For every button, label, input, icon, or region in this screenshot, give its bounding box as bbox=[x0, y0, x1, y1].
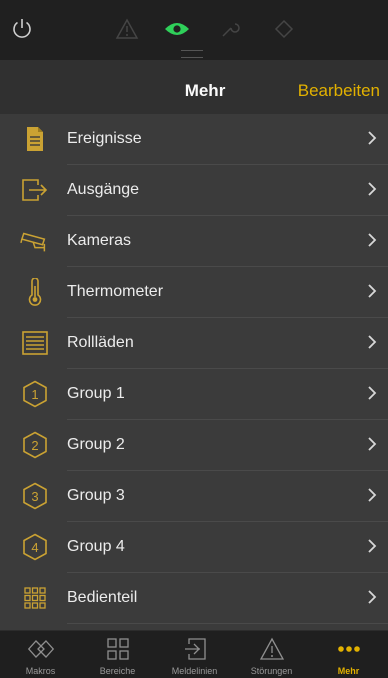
chevron-right-icon bbox=[368, 182, 377, 196]
group-4-icon: 4 bbox=[20, 532, 50, 562]
camera-icon bbox=[20, 226, 50, 256]
shutter-icon bbox=[20, 328, 50, 358]
alarm-triangle-icon[interactable] bbox=[110, 12, 144, 46]
zone-entry-icon bbox=[180, 636, 210, 662]
power-icon[interactable] bbox=[5, 12, 39, 46]
chevron-right-icon bbox=[368, 590, 377, 604]
list-item-kameras[interactable]: Kameras bbox=[0, 216, 388, 267]
chevron-right-icon bbox=[368, 131, 377, 145]
diamond-icon[interactable] bbox=[267, 12, 301, 46]
thermometer-icon bbox=[20, 277, 50, 307]
list-item-label: Group 2 bbox=[67, 436, 125, 453]
chevron-right-icon bbox=[368, 335, 377, 349]
list-item-label: Ereignisse bbox=[67, 130, 142, 147]
chevron-right-icon bbox=[368, 386, 377, 400]
list-item-group-4[interactable]: 4 Group 4 bbox=[0, 522, 388, 573]
areas-grid-icon bbox=[103, 636, 133, 662]
tab-label: Störungen bbox=[250, 666, 293, 676]
svg-text:2: 2 bbox=[31, 438, 38, 453]
keypad-icon bbox=[20, 583, 50, 613]
chevron-right-icon bbox=[368, 437, 377, 451]
svg-text:1: 1 bbox=[31, 387, 38, 402]
list-item-thermometer[interactable]: Thermometer bbox=[0, 267, 388, 318]
list-item-ausgaenge[interactable]: Ausgänge bbox=[0, 165, 388, 216]
tab-makros[interactable]: Makros bbox=[2, 631, 79, 678]
tab-meldelinien[interactable]: Meldelinien bbox=[156, 631, 233, 678]
exit-arrow-icon bbox=[20, 175, 50, 205]
more-dots-icon bbox=[334, 636, 364, 662]
list-item-group-3[interactable]: 3 Group 3 bbox=[0, 471, 388, 522]
group-1-icon: 1 bbox=[20, 379, 50, 409]
group-3-icon: 3 bbox=[20, 481, 50, 511]
tab-label: Meldelinien bbox=[171, 666, 218, 676]
list-item-bedienteil[interactable]: Bedienteil bbox=[0, 573, 388, 624]
list-item-ereignisse[interactable]: Ereignisse bbox=[0, 114, 388, 165]
tab-label: Bereiche bbox=[99, 666, 136, 676]
svg-text:3: 3 bbox=[31, 489, 38, 504]
macro-diamond-icon bbox=[26, 636, 56, 662]
status-bar bbox=[0, 0, 388, 60]
chevron-right-icon bbox=[368, 488, 377, 502]
navigation-bar: Mehr Bearbeiten bbox=[0, 60, 388, 114]
document-icon bbox=[20, 124, 50, 154]
svg-text:4: 4 bbox=[31, 540, 38, 555]
eye-icon[interactable] bbox=[160, 12, 194, 46]
list-item-label: Kameras bbox=[67, 232, 132, 249]
wrench-icon[interactable] bbox=[213, 12, 247, 46]
list-item-label: Group 1 bbox=[67, 385, 125, 402]
list-item-group-1[interactable]: 1 Group 1 bbox=[0, 369, 388, 420]
tab-stoerungen[interactable]: Störungen bbox=[233, 631, 310, 678]
chevron-right-icon bbox=[368, 539, 377, 553]
list-item-group-2[interactable]: 2 Group 2 bbox=[0, 420, 388, 471]
tab-label: Mehr bbox=[337, 666, 360, 676]
list-item-label: Group 3 bbox=[67, 487, 125, 504]
list-item-label: Rollläden bbox=[67, 334, 134, 351]
list-item-label: Thermometer bbox=[67, 283, 164, 300]
tab-bereiche[interactable]: Bereiche bbox=[79, 631, 156, 678]
list-item-label: Group 4 bbox=[67, 538, 125, 555]
chevron-right-icon bbox=[368, 233, 377, 247]
chevron-right-icon bbox=[368, 284, 377, 298]
more-list: Ereignisse Ausgänge Kameras Thermometer … bbox=[0, 114, 388, 630]
drag-handle[interactable] bbox=[181, 50, 203, 58]
list-item-rolllaeden[interactable]: Rollläden bbox=[0, 318, 388, 369]
tab-label: Makros bbox=[25, 666, 56, 676]
warning-triangle-icon bbox=[257, 636, 287, 662]
list-item-label: Ausgänge bbox=[67, 181, 140, 198]
group-2-icon: 2 bbox=[20, 430, 50, 460]
tab-bar: Makros Bereiche Meldelinien Störungen Me… bbox=[0, 630, 388, 678]
list-item-label: Bedienteil bbox=[67, 589, 138, 606]
edit-button[interactable]: Bearbeiten bbox=[298, 81, 380, 101]
tab-mehr[interactable]: Mehr bbox=[310, 631, 387, 678]
